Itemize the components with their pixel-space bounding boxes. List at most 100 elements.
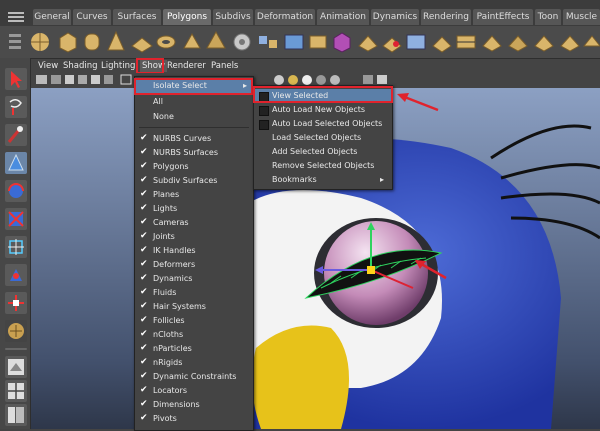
grid-toggle-icon bbox=[65, 75, 74, 84]
check-icon: ✔ bbox=[140, 203, 148, 213]
shelf-icons[interactable] bbox=[0, 26, 600, 58]
check-icon: ✔ bbox=[140, 399, 148, 409]
manipulator-tool-icon[interactable] bbox=[5, 236, 27, 258]
check-icon: ✔ bbox=[140, 161, 148, 171]
tab-curves[interactable]: Curves bbox=[73, 9, 111, 25]
show-item-label: Hair Systems bbox=[153, 302, 206, 311]
poke-icon bbox=[560, 35, 580, 52]
menu-item-bookmarks[interactable]: Bookmarks ▸ bbox=[254, 173, 392, 187]
tab-painteffects[interactable]: PaintEffects bbox=[473, 9, 533, 25]
toolbox-divider bbox=[5, 348, 27, 350]
paint-select-icon[interactable] bbox=[5, 124, 27, 146]
tab-muscle[interactable]: Muscle bbox=[563, 9, 600, 25]
tab-polygons[interactable]: Polygons bbox=[163, 9, 211, 25]
toolbox bbox=[0, 58, 31, 429]
show-item-label: Deformers bbox=[153, 260, 196, 269]
show-item-label: Polygons bbox=[153, 162, 189, 171]
tab-animation[interactable]: Animation bbox=[317, 9, 369, 25]
tab-rendering[interactable]: Rendering bbox=[421, 9, 471, 25]
poly-cube-icon bbox=[59, 32, 77, 53]
separate-icon bbox=[259, 36, 277, 48]
hud-icon bbox=[377, 75, 387, 84]
poly-sphere-icon bbox=[31, 33, 49, 51]
mirror-icon bbox=[284, 34, 304, 50]
four-view-layout-icon[interactable] bbox=[5, 380, 27, 402]
wedge-icon bbox=[534, 35, 554, 52]
tab-surfaces[interactable]: Surfaces bbox=[113, 9, 161, 25]
submenu-item-label: Bookmarks bbox=[272, 175, 317, 184]
smooth-shade-icon bbox=[274, 75, 284, 85]
menu-separator bbox=[139, 127, 249, 128]
smooth-icon bbox=[309, 35, 327, 49]
show-item-label: Locators bbox=[153, 386, 187, 395]
menu-shading[interactable]: Shading bbox=[63, 60, 98, 72]
shelf-tab-bar: General Curves Surfaces Polygons Subdivs… bbox=[0, 0, 600, 26]
show-item-label: nCloths bbox=[153, 330, 184, 339]
append-icon bbox=[406, 34, 426, 50]
lasso-tool-icon[interactable] bbox=[5, 96, 27, 118]
poly-cylinder-icon bbox=[84, 33, 100, 51]
insert-loop-icon bbox=[456, 35, 476, 49]
shadows-icon bbox=[316, 75, 326, 85]
last-tool-icon[interactable] bbox=[5, 320, 27, 342]
check-icon: ✔ bbox=[140, 217, 148, 227]
check-icon: ✔ bbox=[140, 245, 148, 255]
menu-panels[interactable]: Panels bbox=[211, 60, 238, 72]
show-item-label: Dimensions bbox=[153, 400, 200, 409]
outliner-layout-icon[interactable] bbox=[5, 404, 27, 426]
submenu-arrow-icon: ▸ bbox=[379, 175, 384, 184]
submenu-item-label: Remove Selected Objects bbox=[272, 161, 375, 170]
poly-cone-icon bbox=[107, 30, 125, 51]
submenu-item-label: Auto Load Selected Objects bbox=[272, 119, 383, 128]
camera-icon bbox=[36, 75, 47, 84]
check-icon: ✔ bbox=[140, 189, 148, 199]
polygon-shelf bbox=[0, 26, 600, 59]
isolate-select-highlight-box bbox=[134, 78, 253, 95]
move-tool-icon[interactable] bbox=[5, 152, 27, 174]
select-tool-icon[interactable] bbox=[5, 68, 27, 90]
tab-general[interactable]: General bbox=[33, 9, 71, 25]
submenu-item-label: Load Selected Objects bbox=[272, 133, 362, 142]
poly-plane-icon bbox=[131, 37, 153, 53]
wireframe-icon bbox=[120, 74, 132, 85]
safe-action-icon bbox=[104, 75, 113, 84]
show-item-label: Fluids bbox=[153, 288, 177, 297]
menu-view[interactable]: View bbox=[38, 60, 58, 72]
cube-magenta-icon bbox=[333, 32, 351, 53]
show-item-label: Subdiv Surfaces bbox=[153, 176, 218, 185]
check-icon: ✔ bbox=[140, 231, 148, 241]
xray-icon bbox=[330, 75, 340, 85]
show-manipulator-icon[interactable] bbox=[5, 292, 27, 314]
combine-icon bbox=[233, 33, 251, 51]
shelf-options-icon[interactable] bbox=[8, 32, 22, 52]
soft-mod-icon[interactable] bbox=[5, 264, 27, 286]
resolution-gate-icon bbox=[91, 75, 100, 84]
check-icon: ✔ bbox=[140, 385, 148, 395]
show-item-label: nParticles bbox=[153, 344, 192, 353]
single-perspective-layout-icon[interactable] bbox=[5, 356, 27, 378]
scale-tool-icon[interactable] bbox=[5, 208, 27, 230]
bridge-icon bbox=[382, 37, 402, 53]
check-icon: ✔ bbox=[140, 147, 148, 157]
show-item-label: Dynamic Constraints bbox=[153, 372, 237, 381]
wedge-face-icon bbox=[582, 35, 600, 47]
show-item-label: nRigids bbox=[153, 358, 183, 367]
tab-subdivs[interactable]: Subdivs bbox=[213, 9, 253, 25]
tab-deformation[interactable]: Deformation bbox=[255, 9, 315, 25]
check-icon: ✔ bbox=[140, 273, 148, 283]
show-item-label: NURBS Curves bbox=[153, 134, 212, 143]
show-item-label: Lights bbox=[153, 204, 178, 213]
menu-renderer[interactable]: Renderer bbox=[167, 60, 206, 72]
check-icon: ✔ bbox=[140, 343, 148, 353]
film-gate-icon bbox=[78, 75, 87, 84]
tab-toon[interactable]: Toon bbox=[535, 9, 561, 25]
show-menu-highlight-box bbox=[136, 58, 164, 74]
shelf-menu-icon[interactable] bbox=[8, 11, 24, 23]
view-selected-annotation-arrow bbox=[397, 93, 439, 112]
tab-dynamics[interactable]: Dynamics bbox=[371, 9, 419, 25]
check-icon: ✔ bbox=[140, 329, 148, 339]
check-icon: ✔ bbox=[140, 357, 148, 367]
menu-lighting[interactable]: Lighting bbox=[101, 60, 135, 72]
rotate-tool-icon[interactable] bbox=[5, 180, 27, 202]
submenu-item-label: Auto Load New Objects bbox=[272, 105, 366, 114]
